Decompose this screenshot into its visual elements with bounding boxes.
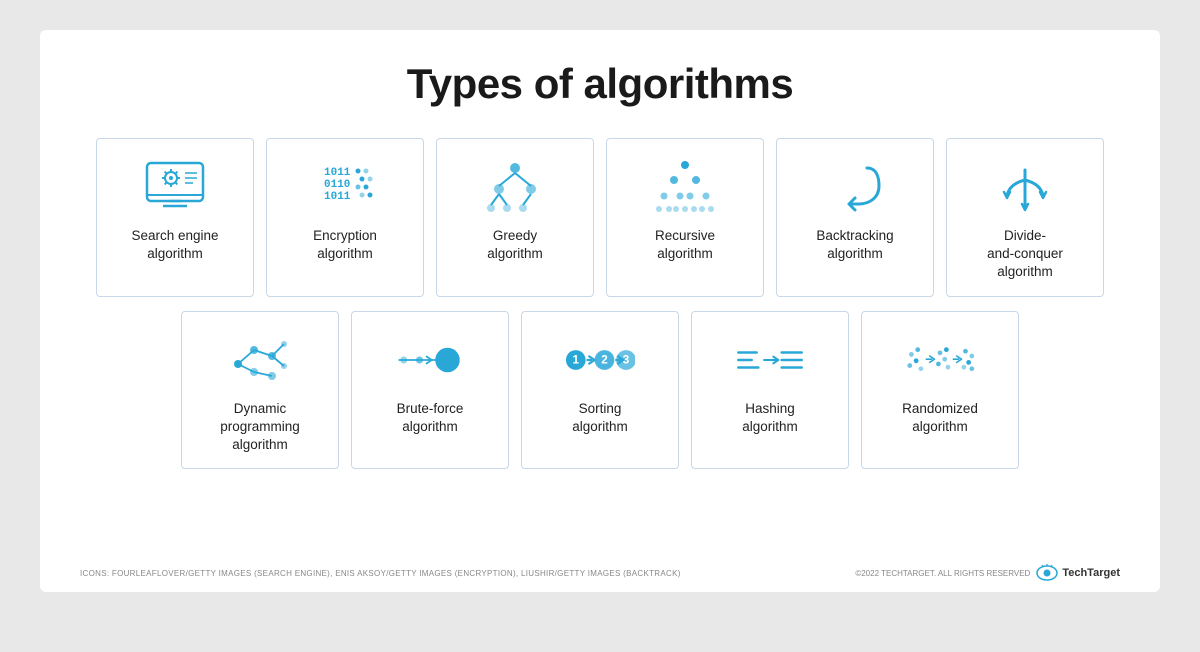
- card-backtracking[interactable]: Backtrackingalgorithm: [776, 138, 934, 297]
- dynamic-programming-icon: [225, 330, 295, 390]
- encryption-label: Encryptionalgorithm: [313, 227, 377, 263]
- backtracking-label: Backtrackingalgorithm: [816, 227, 893, 263]
- card-search-engine[interactable]: Search enginealgorithm: [96, 138, 254, 297]
- greedy-label: Greedyalgorithm: [487, 227, 543, 263]
- svg-text:2: 2: [601, 353, 608, 366]
- footer: ICONS: FOURLEAFLOVER/GETTY IMAGES (SEARC…: [80, 564, 1120, 582]
- divide-conquer-label: Divide-and-conqueralgorithm: [987, 227, 1063, 282]
- greedy-icon: [480, 157, 550, 217]
- svg-text:1011: 1011: [324, 191, 351, 203]
- hashing-label: Hashingalgorithm: [742, 400, 798, 436]
- card-greedy[interactable]: Greedyalgorithm: [436, 138, 594, 297]
- sorting-label: Sortingalgorithm: [572, 400, 628, 436]
- dynamic-programming-label: Dynamicprogrammingalgorithm: [220, 400, 300, 455]
- card-randomized[interactable]: Randomizedalgorithm: [861, 311, 1019, 470]
- recursive-label: Recursivealgorithm: [655, 227, 715, 263]
- main-card: Types of algorithms: [40, 30, 1160, 592]
- recursive-icon: [650, 157, 720, 217]
- backtracking-icon: [820, 157, 890, 217]
- hashing-icon: [735, 330, 805, 390]
- card-brute-force[interactable]: Brute-forcealgorithm: [351, 311, 509, 470]
- card-divide-conquer[interactable]: Divide-and-conqueralgorithm: [946, 138, 1104, 297]
- randomized-label: Randomizedalgorithm: [902, 400, 978, 436]
- svg-text:3: 3: [623, 353, 630, 366]
- brute-force-label: Brute-forcealgorithm: [397, 400, 464, 436]
- brute-force-icon: [395, 330, 465, 390]
- search-engine-label: Search enginealgorithm: [131, 227, 218, 263]
- divide-conquer-icon: [990, 157, 1060, 217]
- svg-text:1011: 1011: [324, 167, 351, 179]
- card-dynamic-programming[interactable]: Dynamicprogrammingalgorithm: [181, 311, 339, 470]
- techtarget-logo: TechTarget: [1036, 564, 1120, 582]
- card-encryption[interactable]: 1011 0110 1011 Encryptionalgorithm: [266, 138, 424, 297]
- row2: Dynamicprogrammingalgorithm Brute-forcea…: [80, 311, 1120, 470]
- footer-copyright: ©2022 TECHTARGET. ALL RIGHTS RESERVED Te…: [855, 564, 1120, 582]
- footer-credits: ICONS: FOURLEAFLOVER/GETTY IMAGES (SEARC…: [80, 569, 681, 578]
- row1: Search enginealgorithm 1011 0110 1011: [80, 138, 1120, 297]
- card-sorting[interactable]: 1 2 3 Sortingalgorithm: [521, 311, 679, 470]
- search-engine-icon: [140, 157, 210, 217]
- randomized-icon: [905, 330, 975, 390]
- page-title: Types of algorithms: [80, 60, 1120, 108]
- card-hashing[interactable]: Hashingalgorithm: [691, 311, 849, 470]
- encryption-icon: 1011 0110 1011: [310, 157, 380, 217]
- card-recursive[interactable]: Recursivealgorithm: [606, 138, 764, 297]
- sorting-icon: 1 2 3: [565, 330, 635, 390]
- svg-text:1: 1: [573, 353, 580, 366]
- svg-text:0110: 0110: [324, 179, 350, 191]
